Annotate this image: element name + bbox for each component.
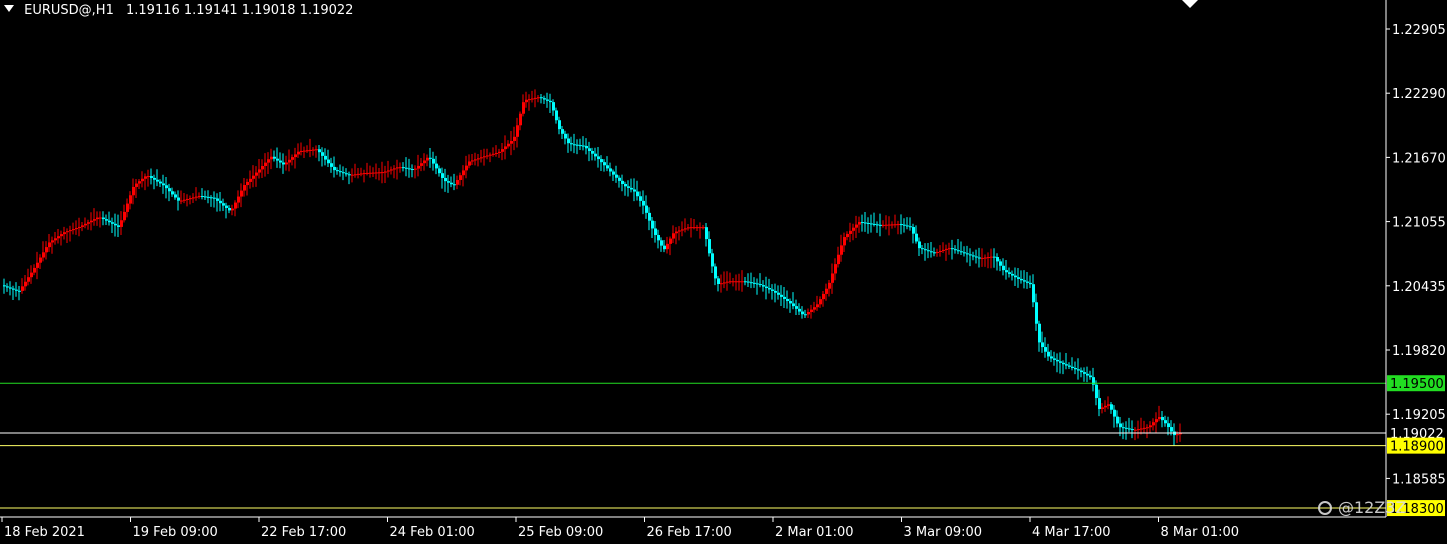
y-tick-label: 1.18585	[1392, 472, 1446, 487]
x-tick-label: 24 Feb 01:00	[390, 525, 475, 540]
level-label: 1.18900	[1390, 440, 1444, 455]
x-tick-label: 8 Mar 01:00	[1161, 525, 1240, 540]
x-tick-label: 4 Mar 17:00	[1032, 525, 1111, 540]
y-tick-label: 1.20435	[1392, 280, 1446, 295]
y-tick-label: 1.21670	[1392, 151, 1446, 166]
y-tick-label: 1.22290	[1392, 87, 1446, 102]
x-tick-label: 18 Feb 2021	[4, 525, 85, 540]
x-tick-label: 26 Feb 17:00	[647, 525, 732, 540]
y-tick-label: 1.21055	[1392, 216, 1446, 231]
watermark-text: @12Z3Z	[1338, 498, 1407, 517]
y-tick-label: 1.19205	[1392, 408, 1446, 423]
y-tick-label: 1.19820	[1392, 344, 1446, 359]
chart-header: EURUSD@,H1 1.19116 1.19141 1.19018 1.190…	[4, 3, 353, 18]
level-label: 1.19500	[1390, 377, 1444, 392]
price-chart[interactable]: 1.195001.190221.189001.18300 1.229051.22…	[0, 0, 1447, 544]
x-tick-label: 2 Mar 01:00	[775, 525, 854, 540]
ohlc-values: 1.19116 1.19141 1.19018 1.19022	[126, 3, 354, 18]
watermark-logo-icon	[1318, 501, 1332, 515]
x-tick-label: 25 Feb 09:00	[518, 525, 603, 540]
dropdown-triangle-icon[interactable]	[4, 5, 14, 12]
x-tick-label: 19 Feb 09:00	[133, 525, 218, 540]
symbol-label: EURUSD@,H1	[24, 3, 114, 18]
shift-marker-icon[interactable]	[1182, 0, 1198, 8]
watermark: @12Z3Z	[1318, 498, 1406, 517]
y-tick-label: 1.22905	[1392, 23, 1446, 38]
x-tick-label: 22 Feb 17:00	[261, 525, 346, 540]
x-tick-label: 3 Mar 09:00	[904, 525, 983, 540]
